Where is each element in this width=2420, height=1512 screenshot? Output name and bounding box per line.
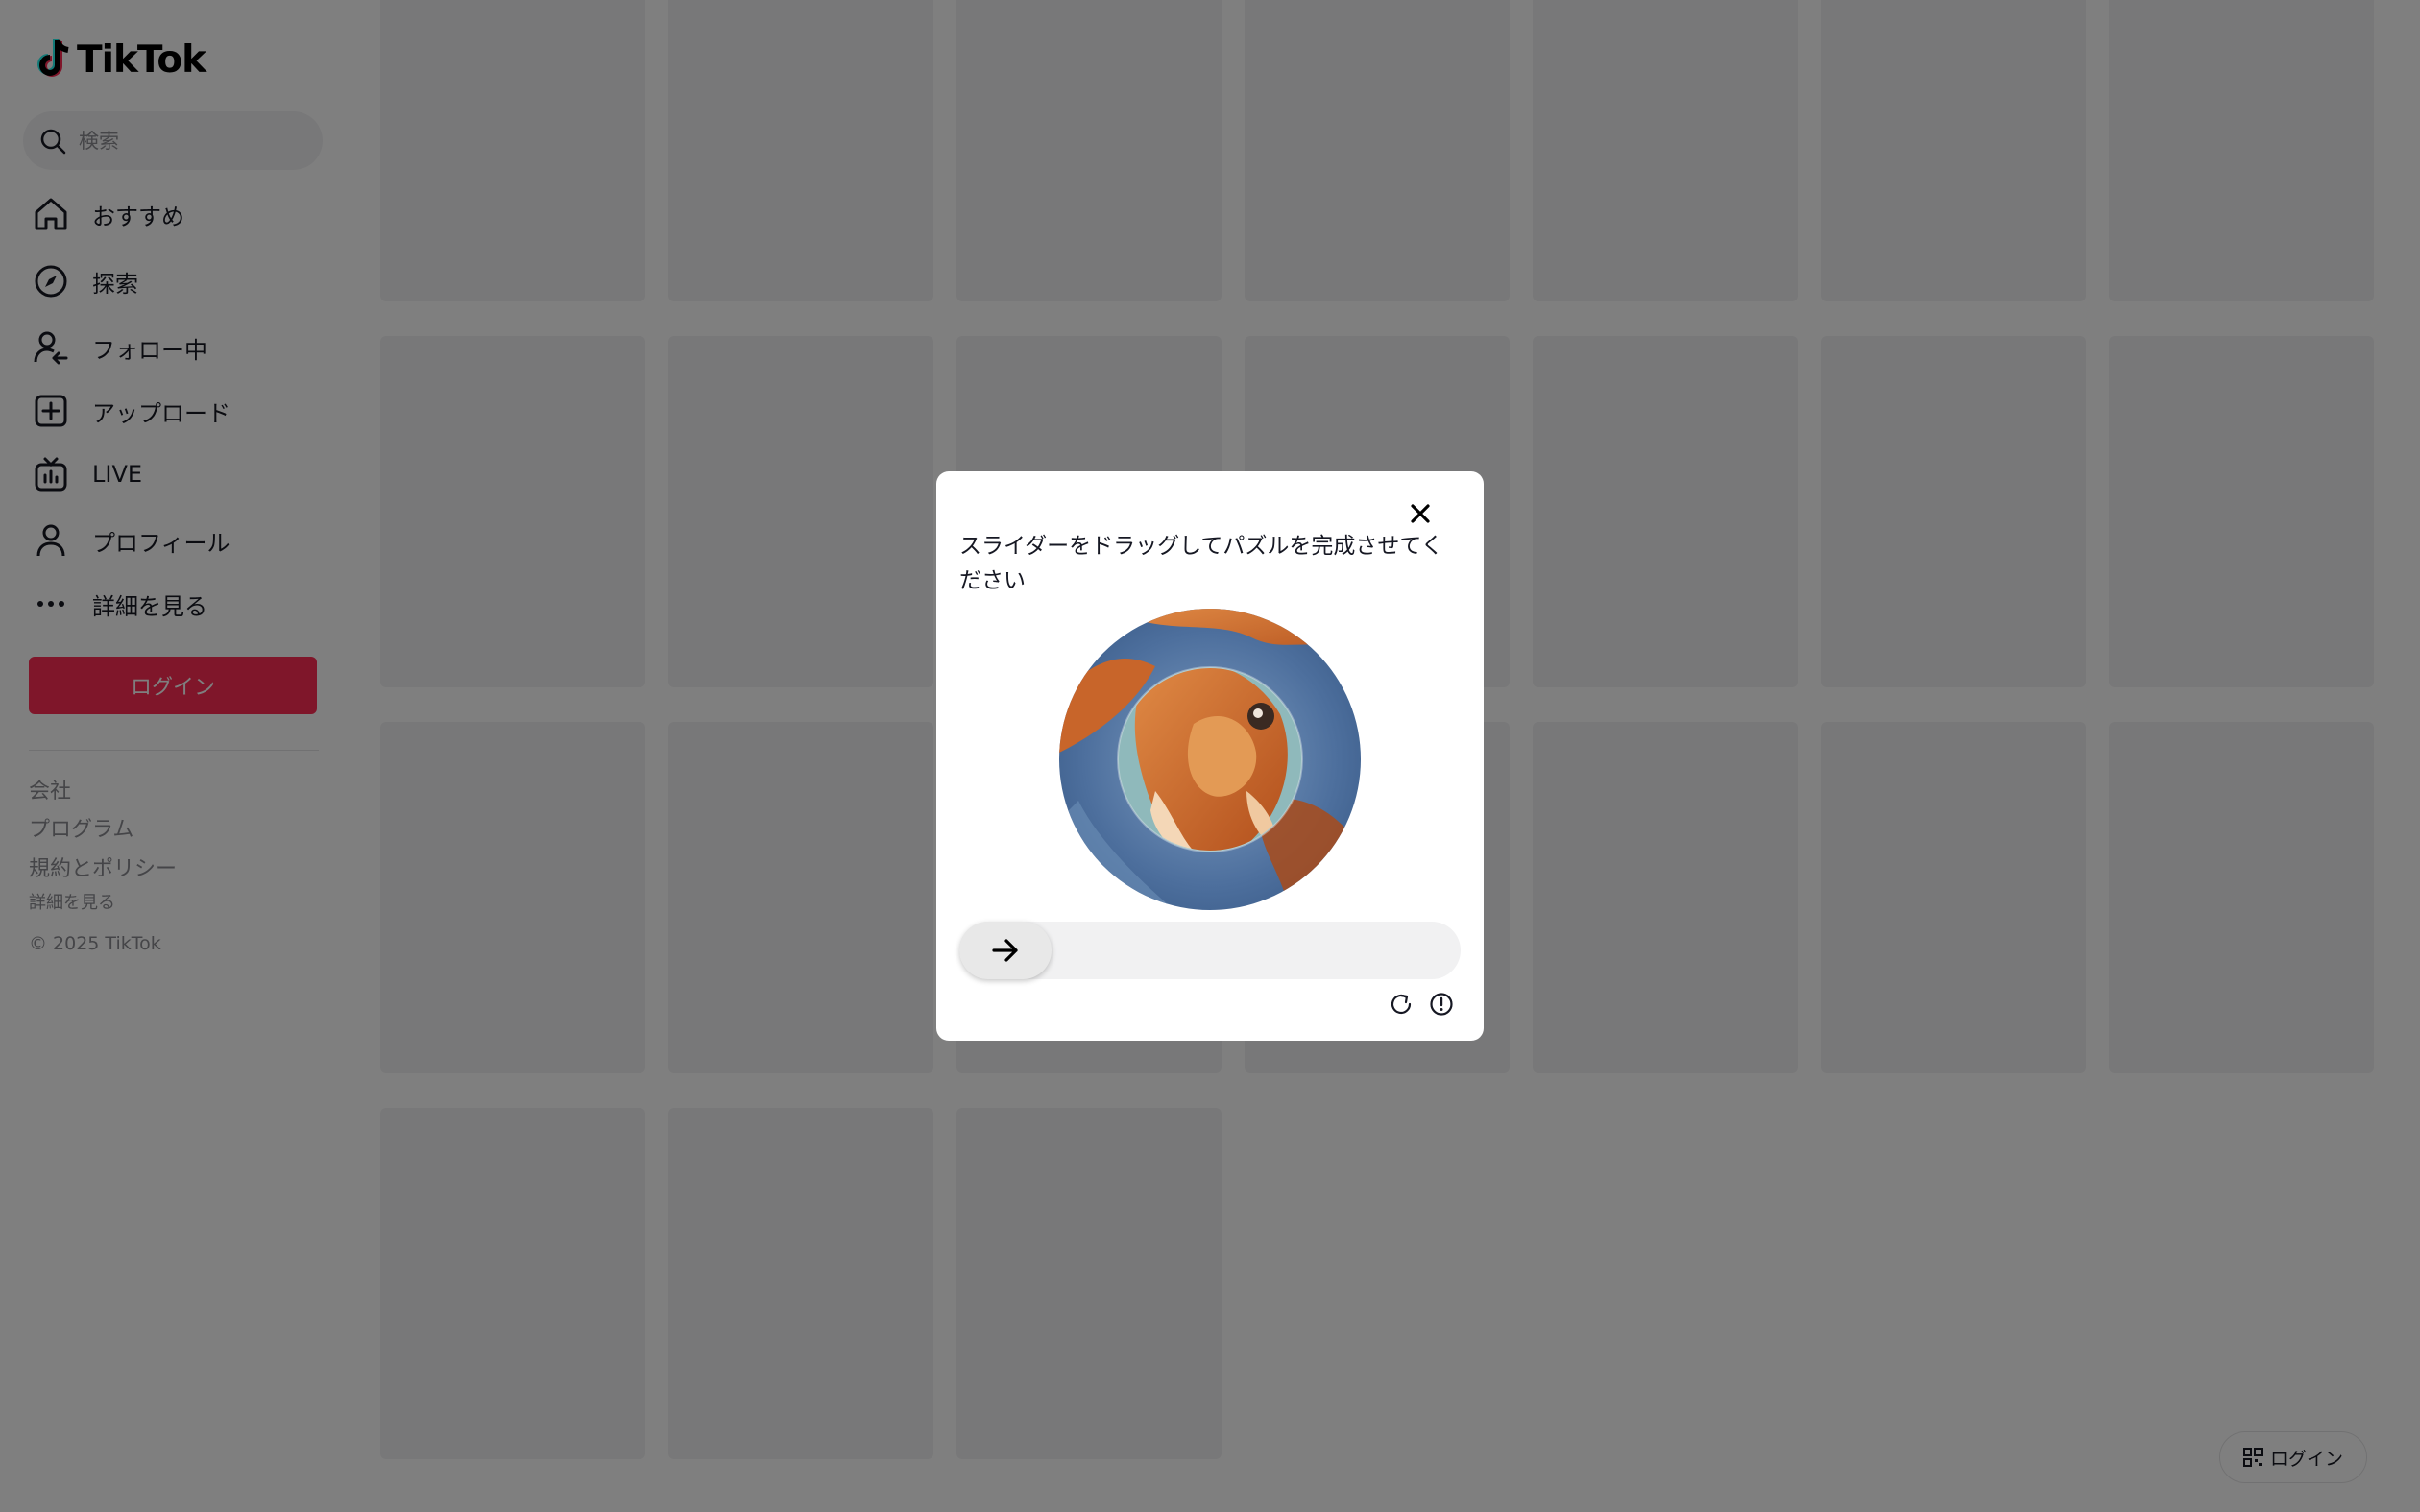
report-button[interactable] [1425,988,1458,1020]
refresh-button[interactable] [1385,988,1417,1020]
captcha-title: スライダーをドラッグしてパズルを完成させてください [959,534,1443,593]
captcha-slider-handle[interactable] [959,922,1052,979]
captcha-puzzle-image [1059,609,1361,910]
puzzle-graphic [1059,609,1361,910]
close-button[interactable] [1401,494,1440,533]
arrow-right-icon [992,939,1018,962]
info-icon [1430,993,1453,1016]
close-icon [1411,504,1430,523]
captcha-slider-track[interactable] [959,922,1461,979]
captcha-modal: スライダーをドラッグしてパズルを完成させてください [936,471,1484,1041]
refresh-icon [1391,994,1412,1015]
